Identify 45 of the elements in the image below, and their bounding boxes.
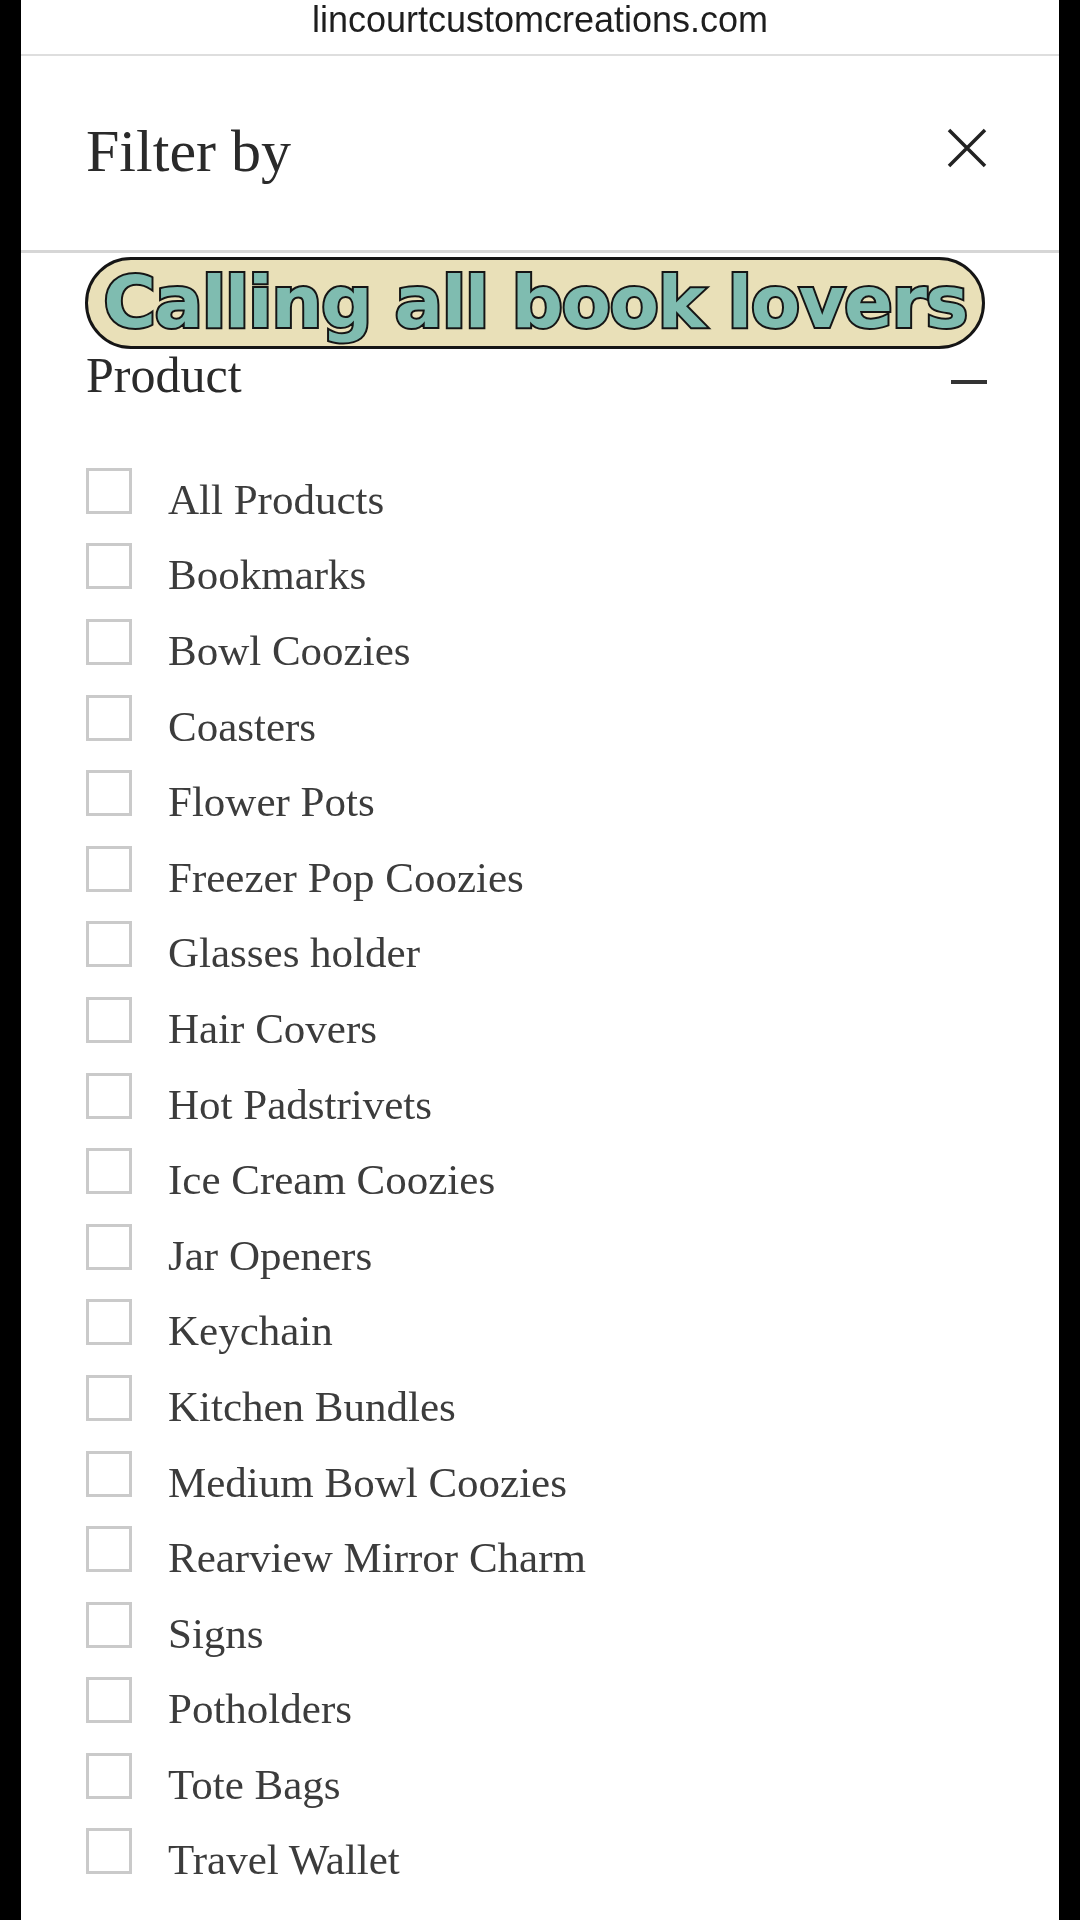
checkbox[interactable] xyxy=(86,845,132,892)
checkbox[interactable] xyxy=(86,467,132,514)
checkbox[interactable] xyxy=(86,1223,132,1270)
option-label[interactable]: Bowl Coozies xyxy=(168,625,411,677)
option-label[interactable]: Coasters xyxy=(168,700,317,753)
checkbox[interactable] xyxy=(86,921,132,968)
checkbox[interactable] xyxy=(86,1828,132,1875)
checkbox[interactable] xyxy=(86,1677,132,1724)
checkbox[interactable] xyxy=(86,1450,132,1497)
option-label[interactable]: Tote Bags xyxy=(168,1758,341,1811)
option-label[interactable]: Jar Openers xyxy=(168,1229,373,1282)
option-label[interactable]: Potholders xyxy=(168,1683,352,1736)
checkbox[interactable] xyxy=(86,543,132,590)
minus-icon[interactable] xyxy=(951,380,987,384)
option-label[interactable]: Travel Wallet xyxy=(168,1834,400,1887)
option-label[interactable]: Bookmarks xyxy=(168,549,367,602)
checkbox[interactable] xyxy=(86,1299,132,1346)
checkbox[interactable] xyxy=(86,1072,132,1119)
checkbox[interactable] xyxy=(86,1526,132,1573)
option-label[interactable]: Signs xyxy=(168,1607,264,1660)
checkbox[interactable] xyxy=(86,1601,132,1648)
option-label[interactable]: Flower Pots xyxy=(168,776,375,829)
close-icon xyxy=(947,128,987,168)
section-title[interactable]: Product xyxy=(86,347,242,403)
option-label[interactable]: Rearview Mirror Charm xyxy=(168,1532,586,1585)
checkbox[interactable] xyxy=(86,694,132,741)
caption-sticker: Calling all book lovers xyxy=(85,257,985,349)
option-label[interactable]: Ice Cream Coozies xyxy=(168,1154,496,1207)
checkbox[interactable] xyxy=(86,996,132,1043)
option-label[interactable]: Freezer Pop Coozies xyxy=(168,851,524,904)
option-label[interactable]: All Products xyxy=(168,473,385,526)
checkbox[interactable] xyxy=(86,1374,132,1421)
checkbox[interactable] xyxy=(86,1752,132,1799)
option-label[interactable]: Glasses holder xyxy=(168,927,420,980)
checkbox[interactable] xyxy=(86,619,132,665)
option-label[interactable]: Kitchen Bundles xyxy=(168,1380,456,1433)
option-label[interactable]: Hot Padstrivets xyxy=(168,1078,432,1131)
panel-title: Filter by xyxy=(86,117,291,186)
checkbox[interactable] xyxy=(86,770,132,817)
option-label[interactable]: Hair Covers xyxy=(168,1002,377,1055)
close-button[interactable] xyxy=(947,128,987,168)
checkbox[interactable] xyxy=(86,1148,132,1195)
url-text[interactable]: lincourtcustomcreations.com xyxy=(311,0,769,41)
option-label[interactable]: Keychain xyxy=(168,1305,333,1358)
option-label[interactable]: Medium Bowl Coozies xyxy=(168,1456,567,1509)
